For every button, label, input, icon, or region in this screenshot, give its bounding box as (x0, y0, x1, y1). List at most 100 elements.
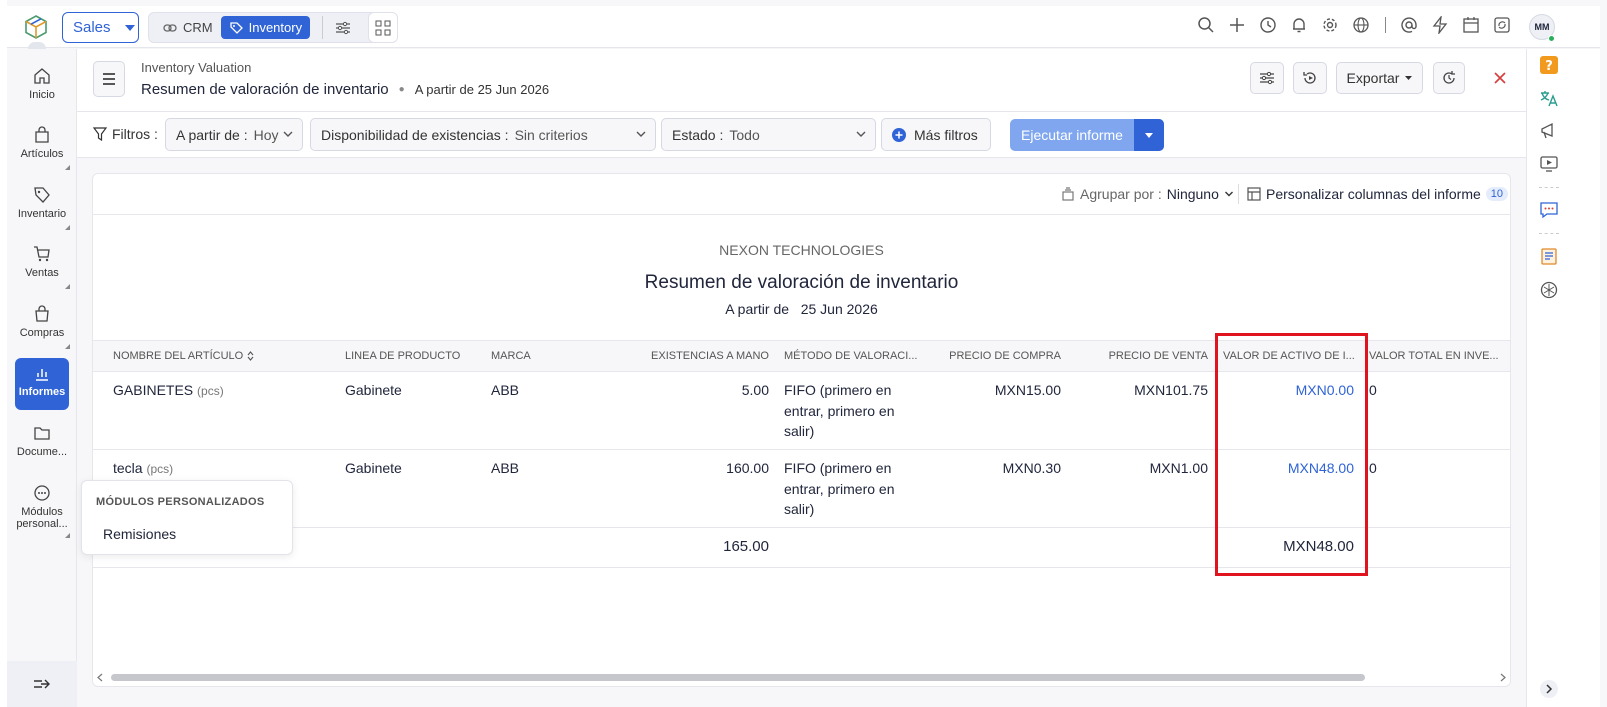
top-bar: ⌄ Sales CRM Inventory (7, 6, 1600, 56)
sidebar-item-documentos[interactable]: Docume... (15, 418, 69, 470)
sidebar-item-inventario[interactable]: Inventario (15, 180, 70, 232)
folder-icon (34, 427, 50, 440)
item-name-cell[interactable]: tecla (pcs) (113, 458, 173, 480)
module-selector[interactable]: Sales (62, 12, 139, 43)
lightning-icon[interactable] (1429, 14, 1451, 36)
close-icon[interactable] (1493, 69, 1507, 90)
app-logo-icon[interactable] (23, 14, 49, 40)
search-icon[interactable] (1195, 14, 1217, 36)
sidebar-item-label: Inventario (17, 208, 67, 220)
column-header-name[interactable]: NOMBRE DEL ARTÍCULO (113, 350, 254, 362)
globe-icon[interactable] (1350, 14, 1372, 36)
grid-icon (375, 20, 391, 35)
hamburger-icon (103, 73, 115, 85)
megaphone-icon[interactable] (1539, 121, 1559, 141)
column-header-purchase-price[interactable]: PRECIO DE COMPRA (933, 350, 1061, 362)
sidebar-item-compras[interactable]: Compras (15, 299, 70, 351)
column-header-method[interactable]: MÉTODO DE VALORACI... (784, 350, 917, 362)
caret-down-icon (1405, 76, 1413, 80)
sidebar-item-articulos[interactable]: Artículos (15, 120, 70, 172)
scroll-left-icon[interactable] (96, 673, 104, 682)
sidebar-item-informes[interactable]: Informes (15, 358, 69, 410)
item-name-cell[interactable]: GABINETES (pcs) (113, 380, 224, 402)
translate-icon[interactable] (1539, 88, 1559, 108)
more-filters-button[interactable]: Más filtros (881, 118, 991, 151)
tab-inventory[interactable]: Inventory (220, 16, 311, 39)
app-window: ⌄ Sales CRM Inventory (0, 0, 1607, 707)
method-line: salir) (784, 423, 815, 439)
method-line: FIFO (primero en (784, 460, 892, 476)
expand-panel-icon[interactable] (1539, 679, 1559, 699)
asset-value-link[interactable]: MXN48.00 (1223, 458, 1354, 479)
table-row[interactable]: GABINETES (pcs) Gabinete ABB 5.00 FIFO (… (93, 372, 1510, 450)
chevron-down-icon (636, 131, 646, 137)
breadcrumb[interactable]: Inventory Valuation (141, 60, 251, 75)
tab-crm[interactable]: CRM (155, 16, 221, 39)
report-settings-button[interactable] (1250, 62, 1284, 94)
run-report-label[interactable]: Ejecutar informe (1010, 119, 1134, 151)
popup-item-remisiones[interactable]: Remisiones (103, 526, 176, 542)
sidebar-item-label: Artículos (20, 148, 64, 160)
chat-icon[interactable] (1539, 200, 1559, 220)
collapse-sidebar-button[interactable] (7, 661, 77, 707)
app-settings-button[interactable] (322, 16, 359, 39)
item-name: tecla (113, 460, 143, 476)
calendar-icon[interactable] (1460, 14, 1482, 36)
integration-icon[interactable] (1539, 280, 1559, 300)
scrollbar-thumb[interactable] (111, 674, 1365, 681)
sort-icon (247, 351, 254, 361)
column-header-stock[interactable]: EXISTENCIAS A MANO (633, 350, 769, 362)
schedule-report-button[interactable] (1293, 62, 1327, 94)
bell-icon[interactable] (1288, 14, 1310, 36)
column-header-total-value[interactable]: VALOR TOTAL EN INVE... (1369, 350, 1499, 362)
custom-modules-popup: MÓDULOS PERSONALIZADOS Remisiones (81, 480, 293, 555)
refresh-button[interactable] (1433, 62, 1465, 94)
sidebar-item-modulos[interactable]: Módulos personal... (15, 478, 70, 540)
inventory-tag-icon (229, 21, 243, 34)
report-menu-button[interactable] (93, 61, 125, 97)
as-of-filter[interactable]: A partir de : Hoy (165, 118, 303, 151)
horizontal-scrollbar[interactable] (93, 672, 1510, 682)
history-icon[interactable] (1257, 14, 1279, 36)
sync-icon[interactable] (1491, 14, 1513, 36)
all-apps-button[interactable] (368, 12, 398, 43)
filters-label: Filtros : (93, 126, 158, 142)
sidebar-item-ventas[interactable]: Ventas (15, 239, 70, 291)
online-status-dot (1548, 35, 1555, 42)
scroll-right-icon[interactable] (1499, 673, 1507, 682)
as-of-filter-value: Hoy (253, 126, 279, 143)
brand-cell: ABB (491, 460, 520, 476)
column-header-asset-value[interactable]: VALOR DE ACTIVO DE I... (1223, 350, 1355, 362)
help-icon[interactable]: ? (1539, 55, 1559, 75)
availability-filter-label: Disponibilidad de existencias : (321, 126, 509, 143)
column-header-brand[interactable]: MARCA (491, 350, 531, 362)
report-title: Resumen de valoración de inventario (644, 272, 959, 293)
stock-cell: 5.00 (741, 382, 769, 398)
video-icon[interactable] (1539, 154, 1559, 174)
plus-icon[interactable] (1226, 14, 1248, 36)
notes-icon[interactable] (1539, 246, 1559, 266)
title-dot: ● (398, 84, 405, 95)
sliders-icon (1260, 71, 1274, 85)
table-row[interactable]: tecla (pcs) Gabinete ABB 160.00 FIFO (pr… (93, 450, 1510, 528)
method-line: salir) (784, 501, 815, 517)
status-filter[interactable]: Estado : Todo (661, 118, 876, 151)
gear-icon[interactable] (1319, 14, 1341, 36)
customize-columns-button[interactable]: Personalizar columnas del informe 10 (1247, 186, 1509, 202)
column-header-sale-price[interactable]: PRECIO DE VENTA (1083, 350, 1208, 362)
sidebar-item-label: Módulos personal... (16, 506, 68, 530)
group-by-control[interactable]: Agrupar por : Ninguno (1061, 186, 1234, 202)
page-title: Resumen de valoración de inventario ● A … (141, 81, 549, 98)
export-button[interactable]: Exportar (1336, 62, 1423, 94)
total-value-cell: 0 (1369, 382, 1377, 398)
mentions-icon[interactable] (1398, 14, 1420, 36)
run-report-button[interactable]: Ejecutar informe (1010, 119, 1164, 151)
asset-value-link[interactable]: MXN0.00 (1223, 380, 1354, 401)
status-filter-value: Todo (729, 126, 760, 143)
column-header-product-line[interactable]: LINEA DE PRODUCTO (345, 350, 460, 362)
status-filter-label: Estado : (672, 126, 724, 143)
sidebar-item-label: Docume... (16, 446, 68, 458)
availability-filter[interactable]: Disponibilidad de existencias : Sin crit… (310, 118, 656, 151)
run-report-dropdown[interactable] (1134, 119, 1164, 151)
sidebar-item-inicio[interactable]: Inicio (15, 61, 69, 113)
